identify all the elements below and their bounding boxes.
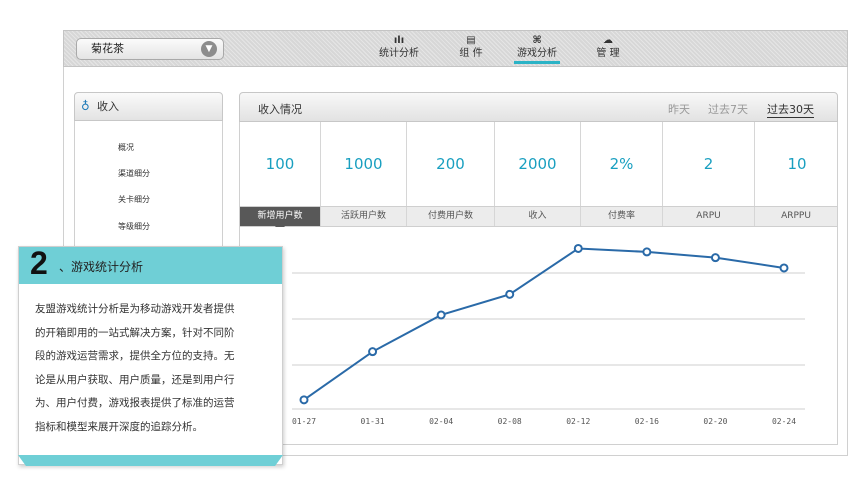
card-line: 的开箱即用的一站式解决方案，针对不同阶 bbox=[35, 326, 235, 339]
nav-stats[interactable]: ılı 统计分析 bbox=[377, 35, 421, 65]
x-tick-label: 02-04 bbox=[429, 417, 453, 426]
metric-label-pay-rate[interactable]: 付费率 bbox=[581, 207, 663, 226]
data-point[interactable] bbox=[299, 395, 309, 405]
metric-new-users[interactable]: 100 bbox=[240, 122, 321, 206]
nav-manage[interactable]: ☁ 管 理 bbox=[593, 35, 623, 65]
sidebar-item-overview[interactable]: 概况 bbox=[118, 142, 134, 153]
data-point[interactable] bbox=[573, 243, 583, 253]
chevron-down-icon[interactable]: ▼ bbox=[201, 41, 217, 57]
sidebar-item-channel[interactable]: 渠道细分 bbox=[118, 168, 150, 179]
x-tick-label: 01-31 bbox=[361, 417, 385, 426]
metric-arpu[interactable]: 2 bbox=[663, 122, 755, 206]
range-tab-30days[interactable]: 过去30天 bbox=[767, 101, 814, 118]
metric-arppu[interactable]: 10 bbox=[755, 122, 839, 206]
card-title: 、游戏统计分析 bbox=[59, 260, 144, 274]
x-tick-label: 02-20 bbox=[703, 417, 727, 426]
range-tab-yesterday[interactable]: 昨天 bbox=[668, 101, 690, 117]
metric-pay-rate[interactable]: 2% bbox=[581, 122, 663, 206]
sidebar: 概况 渠道细分 关卡细分 等级细分 bbox=[74, 121, 223, 256]
nav-game-analysis-label: 游戏分析 bbox=[514, 47, 560, 64]
trend-chart: 01-27 01-31 02-04 02-08 02-12 02-16 02-20 02-24 bbox=[239, 227, 838, 445]
x-tick-label: 02-08 bbox=[498, 417, 522, 426]
card-body: 友盟游戏统计分析是为移动游戏开发者提供 的开箱即用的一站式解决方案，针对不同阶 … bbox=[35, 298, 271, 439]
metric-label-row: 新增用户数 活跃用户数 付费用户数 收入 付费率 ARPU ARPPU bbox=[239, 206, 838, 232]
x-tick-label: 02-24 bbox=[772, 417, 796, 426]
nav-components[interactable]: ▤ 组 件 bbox=[454, 35, 488, 65]
data-point[interactable] bbox=[779, 263, 789, 273]
sidebar-item-grade[interactable]: 等级细分 bbox=[118, 221, 150, 232]
metric-label-revenue[interactable]: 收入 bbox=[495, 207, 581, 226]
line-chart-svg: 01-27 01-31 02-04 02-08 02-12 02-16 02-20 02-24 bbox=[292, 243, 805, 426]
nav-components-label: 组 件 bbox=[459, 48, 483, 59]
cloud-gear-icon: ☁ bbox=[603, 35, 613, 46]
income-title: 收入情况 bbox=[258, 103, 302, 116]
card-header: 2 、游戏统计分析 bbox=[19, 245, 282, 284]
card-line: 论是从用户获取、用户质量，还是到用户行 bbox=[35, 373, 235, 386]
data-point[interactable] bbox=[505, 289, 515, 299]
info-card: 2 、游戏统计分析 友盟游戏统计分析是为移动游戏开发者提供 的开箱即用的一站式解… bbox=[18, 245, 283, 466]
metric-paying-users[interactable]: 200 bbox=[407, 122, 495, 206]
app-select[interactable]: 菊花茶 ▼ bbox=[76, 38, 224, 60]
metric-label-arpu[interactable]: ARPU bbox=[663, 207, 755, 226]
card-line: 指标和模型来展开深度的追踪分析。 bbox=[35, 420, 203, 433]
nav-manage-label: 管 理 bbox=[596, 48, 620, 59]
income-header: 收入情况 昨天 过去7天 过去30天 bbox=[239, 92, 838, 122]
metric-label-active-users[interactable]: 活跃用户数 bbox=[321, 207, 407, 226]
card-line: 段的游戏运营需求，提供全方位的支持。无 bbox=[35, 350, 235, 362]
series-line bbox=[303, 247, 785, 401]
top-bar: 菊花茶 ▼ ılı 统计分析 ▤ 组 件 ⌘ 游戏分析 ☁ 管 理 bbox=[63, 30, 848, 67]
money-bag-icon: ♁ bbox=[81, 99, 90, 113]
x-tick-label: 01-27 bbox=[292, 417, 316, 426]
x-tick-label: 02-12 bbox=[566, 417, 590, 426]
metric-label-arppu[interactable]: ARPPU bbox=[755, 207, 837, 226]
nav-stats-label: 统计分析 bbox=[379, 48, 419, 59]
data-point[interactable] bbox=[710, 253, 720, 263]
bar-chart-icon: ılı bbox=[393, 35, 405, 46]
range-tab-7days[interactable]: 过去7天 bbox=[708, 101, 748, 117]
sidebar-item-level-stage[interactable]: 关卡细分 bbox=[118, 194, 150, 205]
sidebar-title: 收入 bbox=[97, 100, 119, 113]
card-footer-accent bbox=[18, 455, 283, 466]
metric-label-new-users[interactable]: 新增用户数 bbox=[240, 207, 321, 232]
data-point[interactable] bbox=[368, 347, 378, 357]
data-point[interactable] bbox=[436, 310, 446, 320]
data-point[interactable] bbox=[642, 247, 652, 257]
component-icon: ▤ bbox=[466, 35, 476, 46]
card-line: 为、用户付费，游戏报表提供了标准的运营 bbox=[35, 397, 235, 409]
metric-revenue[interactable]: 2000 bbox=[495, 122, 581, 206]
x-tick-label: 02-16 bbox=[635, 417, 659, 426]
metric-active-users[interactable]: 1000 bbox=[321, 122, 407, 206]
sidebar-header[interactable]: ♁ 收入 bbox=[74, 92, 223, 121]
gamepad-icon: ⌘ bbox=[532, 35, 542, 46]
metric-label-paying-users[interactable]: 付费用户数 bbox=[407, 207, 495, 226]
metric-row: 100 1000 200 2000 2% 2 10 bbox=[239, 122, 838, 206]
nav-game-analysis[interactable]: ⌘ 游戏分析 bbox=[514, 35, 560, 65]
app-select-value: 菊花茶 bbox=[91, 42, 124, 55]
card-line: 友盟游戏统计分析是为移动游戏开发者提供 bbox=[35, 303, 235, 315]
card-number: 2 bbox=[30, 245, 48, 281]
